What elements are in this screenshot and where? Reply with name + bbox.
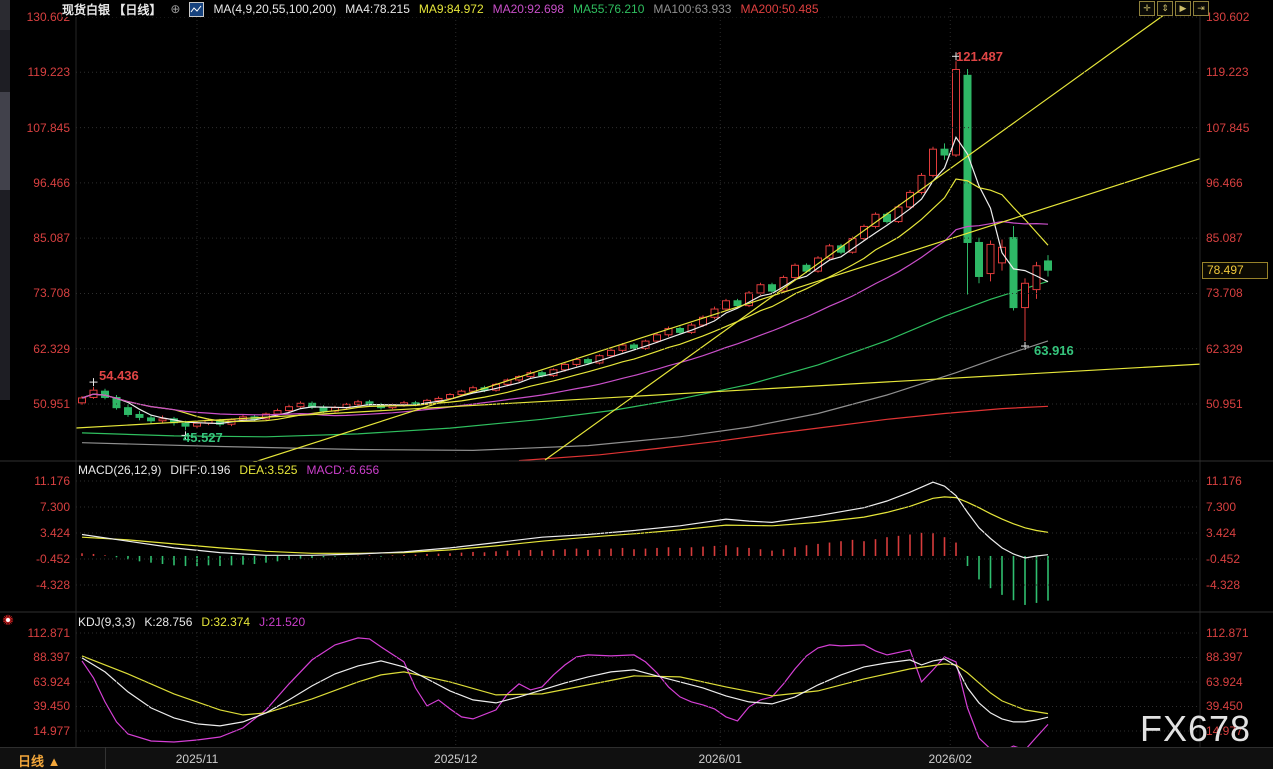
macd-indicator-label: MACD(26,12,9) DIFF:0.196 DEA:3.525 MACD:-6.… <box>78 463 379 477</box>
indicator-label-part: MACD:-6.656 <box>306 463 379 477</box>
kdj-indicator-label: KDJ(9,3,3) K:28.756 D:32.374 J:21.520 <box>78 615 305 629</box>
indicator-label-part: MACD(26,12,9) <box>78 463 161 477</box>
y-axis-label-left: 7.300 <box>0 500 70 514</box>
instrument-title: 现货白银 【日线】 <box>62 1 161 18</box>
y-axis-label-left: 88.397 <box>0 650 70 664</box>
chart-toolbar: ✛⇕▶⇥ <box>1139 1 1209 16</box>
y-axis-label-left: 39.450 <box>0 699 70 713</box>
y-axis-label-right: 96.466 <box>1206 176 1243 190</box>
ma-legend-item: MA200:50.485 <box>740 2 818 16</box>
y-axis-label-right: 7.300 <box>1206 500 1236 514</box>
indicator-label-part: KDJ(9,3,3) <box>78 615 135 629</box>
price-annotation: 63.916 <box>1034 343 1074 358</box>
y-axis-label-right: 3.424 <box>1206 526 1236 540</box>
tab-daily-period[interactable]: 日线 ▲ <box>18 751 61 769</box>
y-axis-label-right: 63.924 <box>1206 675 1243 689</box>
y-axis-label-right: 112.871 <box>1206 626 1249 640</box>
ma-legend-item: MA100:63.933 <box>653 2 731 16</box>
y-axis-label-left: -0.452 <box>0 552 70 566</box>
price-annotation: 54.436 <box>99 368 139 383</box>
indicator-label-part: DIFF:0.196 <box>170 463 230 477</box>
price-annotation: 121.487 <box>956 49 1003 64</box>
x-axis-label: 2026/01 <box>699 752 742 766</box>
ma-legend-item: MA20:92.698 <box>493 2 564 16</box>
y-axis-label-left: 85.087 <box>0 231 70 245</box>
y-axis-label-left: 3.424 <box>0 526 70 540</box>
indicator-label-part: DEA:3.525 <box>239 463 297 477</box>
playback-tool-icon[interactable]: ▶ <box>1175 1 1191 16</box>
y-axis-label-right: 107.845 <box>1206 121 1249 135</box>
x-axis-label: 2025/11 <box>176 752 219 766</box>
ma-legend-item: MA9:84.972 <box>419 2 484 16</box>
y-axis-label-left: 130.602 <box>0 10 70 24</box>
y-axis-label-right: 11.176 <box>1206 474 1242 488</box>
axis-scale-tool-icon[interactable]: ⇕ <box>1157 1 1173 16</box>
y-axis-label-left: 107.845 <box>0 121 70 135</box>
y-axis-label-right: 88.397 <box>1206 650 1243 664</box>
indicator-label-part: D:32.374 <box>201 615 250 629</box>
y-axis-label-right: 73.708 <box>1206 286 1243 300</box>
x-axis-label: 2025/12 <box>434 752 477 766</box>
trading-chart-window: ✺ 现货白银 【日线】 ⊕ MA(4,9,20,55,100,200) MA4:… <box>0 0 1273 769</box>
bottom-bar-separator <box>105 747 106 769</box>
pan-right-tool-icon[interactable]: ⇥ <box>1193 1 1209 16</box>
y-axis-label-left: -4.328 <box>0 578 70 592</box>
ma-legend-item: MA4:78.215 <box>345 2 410 16</box>
y-axis-label-right: 130.602 <box>1206 10 1249 24</box>
chevron-up-icon: ▲ <box>48 754 61 769</box>
indicator-label-part: J:21.520 <box>259 615 305 629</box>
y-axis-label-left: 112.871 <box>0 626 70 640</box>
y-axis-label-right: 62.329 <box>1206 342 1243 356</box>
move-tool-icon[interactable]: ✛ <box>1139 1 1155 16</box>
y-axis-label-left: 50.951 <box>0 397 70 411</box>
y-axis-label-left: 14.977 <box>0 724 70 738</box>
current-price-badge: 78.497 <box>1202 262 1268 279</box>
y-axis-label-right: 85.087 <box>1206 231 1243 245</box>
main-chart-legend: 现货白银 【日线】 ⊕ MA(4,9,20,55,100,200) MA4:78… <box>62 1 825 17</box>
y-axis-label-left: 63.924 <box>0 675 70 689</box>
price-annotation: 45.527 <box>183 430 223 445</box>
y-axis-label-left: 96.466 <box>0 176 70 190</box>
y-axis-label-right: -4.328 <box>1206 578 1240 592</box>
y-axis-label-right: 50.951 <box>1206 397 1243 411</box>
mini-chart-icon[interactable] <box>189 2 204 17</box>
fx678-watermark: FX678 <box>1140 708 1251 750</box>
y-axis-label-left: 11.176 <box>0 474 70 488</box>
ma-group-label: MA(4,9,20,55,100,200) <box>213 2 336 16</box>
indicator-label-part: K:28.756 <box>144 615 192 629</box>
y-axis-label-left: 119.223 <box>0 65 70 79</box>
y-axis-label-left: 62.329 <box>0 342 70 356</box>
y-axis-label-right: -0.452 <box>1206 552 1240 566</box>
indicator-settings-icon[interactable]: ⊕ <box>170 2 180 16</box>
y-axis-label-right: 119.223 <box>1206 65 1249 79</box>
chart-canvas[interactable] <box>0 0 1273 769</box>
ma-legend-item: MA55:76.210 <box>573 2 644 16</box>
ma-legend-items: MA4:78.215 MA9:84.972 MA20:92.698 MA55:76.2… <box>345 2 818 16</box>
y-axis-label-left: 73.708 <box>0 286 70 300</box>
x-axis-label: 2026/02 <box>929 752 972 766</box>
